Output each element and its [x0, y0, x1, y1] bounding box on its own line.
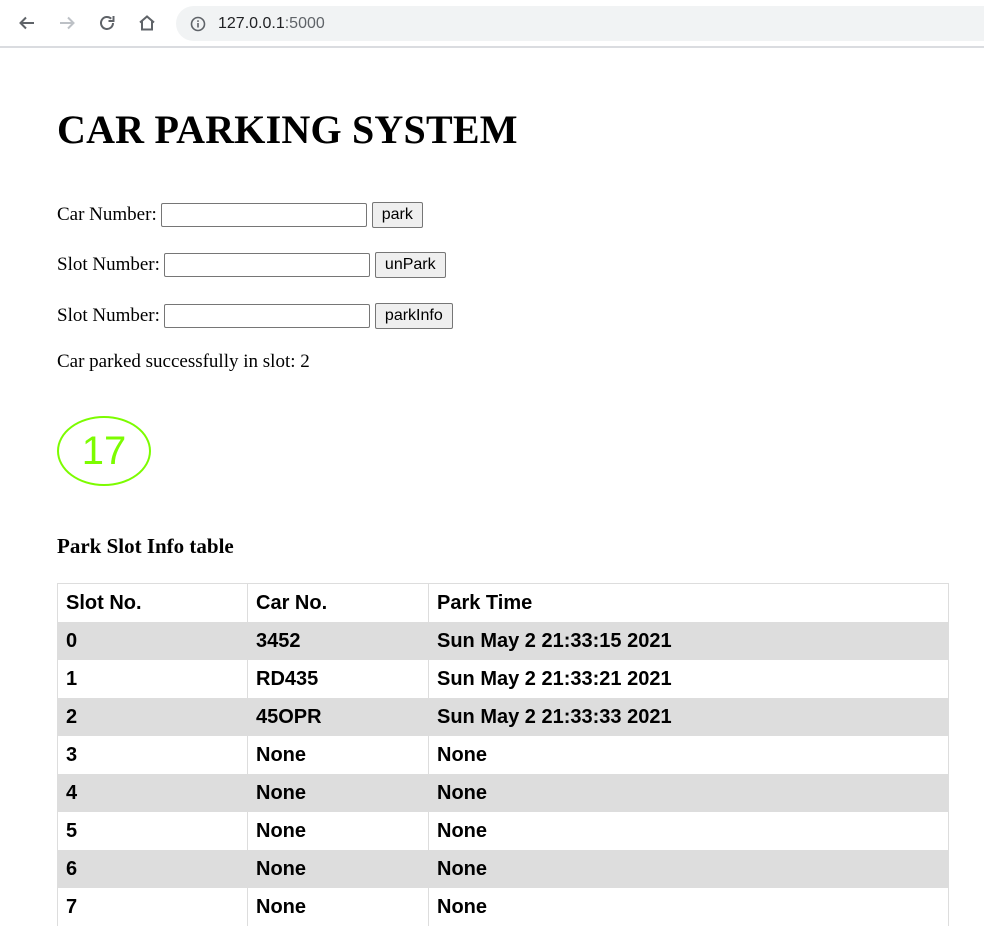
- park-button[interactable]: park: [371, 202, 423, 228]
- table-row: 2 45OPR Sun May 2 21:33:33 2021: [57, 698, 949, 736]
- parkinfo-form: Slot Number: parkInfo: [57, 303, 453, 329]
- unpark-form: Slot Number: unPark: [57, 252, 446, 278]
- table-header-row: Slot No. Car No. Park Time: [57, 583, 949, 622]
- car-number-label: Car Number:: [57, 204, 157, 225]
- url-port: :5000: [284, 14, 325, 32]
- slot-no-cell: 0: [57, 622, 248, 660]
- header-park-time: Park Time: [428, 583, 949, 622]
- park-time-cell: None: [428, 812, 949, 850]
- car-no-cell: None: [247, 812, 429, 850]
- car-no-cell: None: [247, 850, 429, 888]
- park-time-cell: Sun May 2 21:33:15 2021: [428, 622, 949, 660]
- home-button[interactable]: [132, 8, 162, 38]
- park-time-cell: Sun May 2 21:33:33 2021: [428, 698, 949, 736]
- table-row: 3 None None: [57, 736, 949, 774]
- url-text: 127.0.0.1:5000: [218, 15, 325, 33]
- car-no-cell: RD435: [247, 660, 429, 698]
- car-number-input[interactable]: [160, 203, 367, 227]
- parkinfo-button[interactable]: parkInfo: [374, 303, 453, 329]
- arrow-left-icon: [19, 16, 34, 30]
- table-row: 0 3452 Sun May 2 21:33:15 2021: [57, 622, 949, 660]
- table-row: 5 None None: [57, 812, 949, 850]
- slot-no-cell: 1: [57, 660, 248, 698]
- header-slot-no: Slot No.: [57, 583, 248, 622]
- park-time-cell: Sun May 2 21:33:21 2021: [428, 660, 949, 698]
- info-icon[interactable]: [190, 16, 206, 32]
- table-row: 1 RD435 Sun May 2 21:33:21 2021: [57, 660, 949, 698]
- slot-no-cell: 6: [57, 850, 248, 888]
- url-host: 127.0.0.1: [218, 14, 285, 32]
- home-icon: [139, 15, 155, 31]
- car-no-cell: None: [247, 888, 429, 926]
- slot-no-cell: 2: [57, 698, 248, 736]
- available-slots-counter: 17: [57, 416, 151, 486]
- park-time-cell: None: [428, 888, 949, 926]
- car-no-cell: None: [247, 736, 429, 774]
- unpark-button[interactable]: unPark: [374, 252, 446, 278]
- back-button[interactable]: [12, 8, 42, 38]
- address-bar[interactable]: 127.0.0.1:5000: [176, 6, 984, 41]
- forward-button[interactable]: [52, 8, 82, 38]
- reload-icon: [100, 16, 115, 30]
- slot-no-cell: 3: [57, 736, 248, 774]
- slot-no-cell: 7: [57, 888, 248, 926]
- car-no-cell: 3452: [247, 622, 429, 660]
- browser-toolbar: 127.0.0.1:5000: [0, 0, 984, 48]
- park-time-cell: None: [428, 850, 949, 888]
- park-slot-table: Slot No. Car No. Park Time 0 3452 Sun Ma…: [57, 583, 949, 926]
- table-row: 7 None None: [57, 888, 949, 926]
- page-title: CAR PARKING SYSTEM: [57, 107, 518, 152]
- status-message: Car parked successfully in slot: 2: [57, 351, 310, 372]
- slot-no-cell: 5: [57, 812, 248, 850]
- parkinfo-slot-number-label: Slot Number:: [57, 305, 160, 326]
- park-time-cell: None: [428, 736, 949, 774]
- park-form: Car Number: park: [57, 202, 423, 228]
- park-time-cell: None: [428, 774, 949, 812]
- unpark-slot-number-label: Slot Number:: [57, 254, 160, 275]
- parkinfo-slot-number-input[interactable]: [163, 304, 370, 328]
- table-title: Park Slot Info table: [57, 534, 234, 558]
- table-row: 6 None None: [57, 850, 949, 888]
- car-no-cell: 45OPR: [247, 698, 429, 736]
- slot-no-cell: 4: [57, 774, 248, 812]
- unpark-slot-number-input[interactable]: [163, 253, 370, 277]
- arrow-right-icon: [60, 16, 75, 30]
- reload-button[interactable]: [92, 8, 122, 38]
- header-car-no: Car No.: [247, 583, 429, 622]
- table-row: 4 None None: [57, 774, 949, 812]
- car-no-cell: None: [247, 774, 429, 812]
